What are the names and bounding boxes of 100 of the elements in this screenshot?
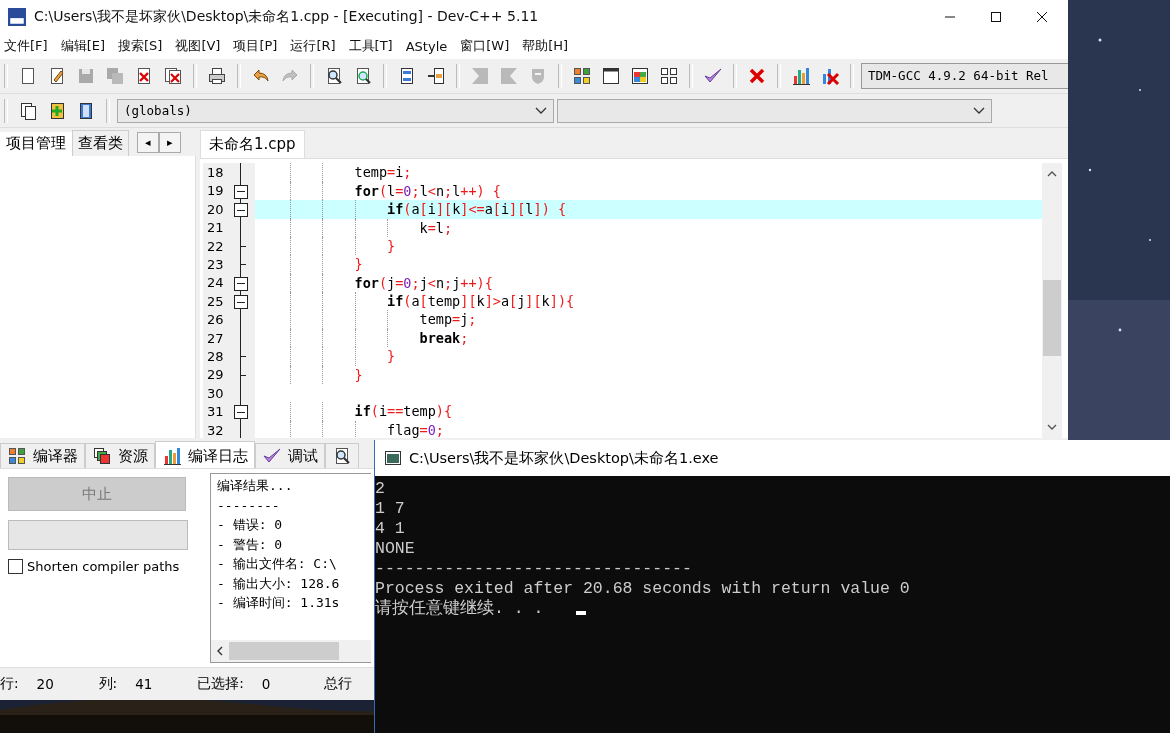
code-line: temp=j; — [255, 310, 1042, 329]
window-title: C:\Users\我不是坏家伙\Desktop\未命名1.exe — [409, 448, 719, 468]
panel-tab[interactable]: 项目管理 — [0, 132, 72, 157]
scroll-left-icon[interactable] — [217, 646, 223, 657]
log-line: - 输出文件名: C:\ — [217, 555, 337, 574]
status-value: 0 — [261, 676, 272, 693]
menu-item[interactable]: 项目[P] — [233, 37, 278, 56]
console-line: 请按任意键继续. . . — [375, 599, 545, 619]
line-number: 22 — [206, 238, 225, 254]
line-number: 20 — [206, 201, 225, 217]
log-line: - 警告: 0 — [217, 535, 283, 554]
checkbox-label: Shorten compiler paths — [27, 559, 180, 575]
line-number: 29 — [206, 367, 225, 383]
panel-arrow-icon — [426, 66, 446, 86]
cross-icon — [747, 66, 767, 86]
menu-item[interactable]: 工具[T] — [348, 37, 393, 56]
panel-tab[interactable]: 查看类 — [72, 130, 129, 157]
window-icon — [601, 66, 621, 86]
disks-icon — [105, 66, 125, 86]
menu-item[interactable]: 窗口[W] — [460, 37, 510, 56]
menu-item[interactable]: 文件[F] — [4, 37, 48, 56]
code-line: if(i==temp){ — [255, 402, 1042, 421]
fold-toggle[interactable] — [233, 200, 249, 219]
fold-toggle[interactable] — [233, 292, 249, 311]
scrollbar[interactable] — [1042, 163, 1062, 439]
menu-item[interactable]: 运行[R] — [290, 37, 336, 56]
colored-grid-icon — [572, 66, 592, 86]
window-title: C:\Users\我不是坏家伙\Desktop\未命名1.cpp - [Executing] - Dev-C++ 5.11 — [34, 7, 540, 26]
line-number: 28 — [206, 348, 225, 364]
line-number: 25 — [206, 293, 225, 309]
console-line: Process exited after 20.68 seconds with return value 0 — [375, 579, 910, 599]
status-label: 总行 — [323, 675, 352, 694]
panel-tab[interactable]: 编译日志 — [155, 441, 255, 469]
code-line: temp=i; — [255, 163, 1042, 182]
fold-toggle[interactable] — [233, 273, 249, 293]
pages-cross-icon — [163, 66, 183, 86]
chart-cross-icon — [820, 66, 840, 86]
fold-toggle[interactable] — [233, 181, 249, 201]
close-icon[interactable] — [1036, 10, 1048, 23]
code-line: } — [255, 255, 1042, 274]
console-line: 1 7 — [375, 499, 405, 519]
scope-select[interactable]: (globals) — [117, 98, 554, 123]
stacked-squares-icon — [92, 446, 112, 467]
line-number: 26 — [206, 312, 225, 328]
menu-item[interactable]: 搜索[S] — [118, 37, 163, 56]
line-number: 21 — [206, 220, 225, 236]
panel-tab[interactable] — [325, 443, 359, 469]
fold-toggle[interactable] — [233, 402, 249, 421]
code-line: flag=0; — [255, 420, 1042, 439]
scroll-arrow-button[interactable]: ▸ — [159, 132, 181, 154]
compiler-select[interactable]: TDM-GCC 4.9.2 64-bit Rel — [861, 63, 1068, 89]
line-number: 32 — [206, 422, 225, 438]
line-number: 31 — [206, 404, 225, 420]
menu-item[interactable]: 帮助[H] — [522, 37, 569, 56]
code-line: k=l; — [255, 218, 1042, 237]
panel-tab[interactable]: 资源 — [85, 443, 155, 469]
bar-chart-icon — [162, 446, 182, 467]
grid-icon — [659, 66, 679, 86]
console-line: 2 — [375, 479, 385, 499]
console-icon — [385, 451, 401, 465]
status-value: 41 — [135, 676, 154, 693]
panel-tab[interactable]: 编译器 — [0, 443, 85, 469]
line-number: 24 — [206, 275, 225, 291]
menu-item[interactable]: AStyle — [405, 38, 448, 54]
printer-icon — [207, 66, 227, 86]
colored-window-icon — [630, 66, 650, 86]
checkbox[interactable] — [8, 559, 23, 575]
code-line: if(a[temp][k]>a[j][k]){ — [255, 292, 1042, 311]
code-line: break; — [255, 328, 1042, 348]
pages-icon — [18, 100, 38, 121]
line-number: 23 — [206, 257, 225, 272]
status-value: 20 — [36, 676, 55, 693]
console-line: 4 1 — [375, 519, 405, 539]
bar-chart-icon — [791, 66, 811, 86]
file-tab[interactable]: 未命名1.cpp — [200, 130, 305, 159]
menu-item[interactable]: 视图[V] — [175, 37, 221, 56]
line-number: 27 — [206, 330, 225, 346]
console-line: NONE — [375, 539, 415, 559]
code-line: } — [255, 365, 1042, 385]
panel-tab[interactable]: 调试 — [255, 443, 325, 469]
code-line: } — [255, 236, 1042, 256]
app-icon — [8, 7, 26, 26]
status-label: 列: — [98, 675, 118, 694]
scroll-down-icon[interactable] — [1047, 424, 1057, 431]
line-number: 18 — [206, 165, 225, 181]
log-line: - 输出大小: 128.6 — [217, 574, 340, 593]
indent-icon — [470, 66, 490, 86]
status-label: 已选择: — [197, 675, 244, 694]
horizontal-scrollbar[interactable] — [211, 640, 371, 663]
scroll-arrow-button[interactable]: ◂ — [137, 132, 159, 154]
line-number: 19 — [206, 183, 225, 199]
menu-item[interactable]: 编辑[E] — [60, 37, 105, 56]
log-line: - 错误: 0 — [217, 516, 283, 535]
colored-grid-icon — [7, 446, 27, 467]
log-line: 编译结果... — [217, 477, 293, 496]
log-line: - 编译时间: 1.31s — [217, 594, 340, 613]
log-line: -------- — [217, 496, 280, 515]
maximize-icon[interactable] — [990, 10, 1002, 23]
console-line: -------------------------------- — [375, 559, 692, 579]
scroll-up-icon[interactable] — [1047, 171, 1057, 178]
